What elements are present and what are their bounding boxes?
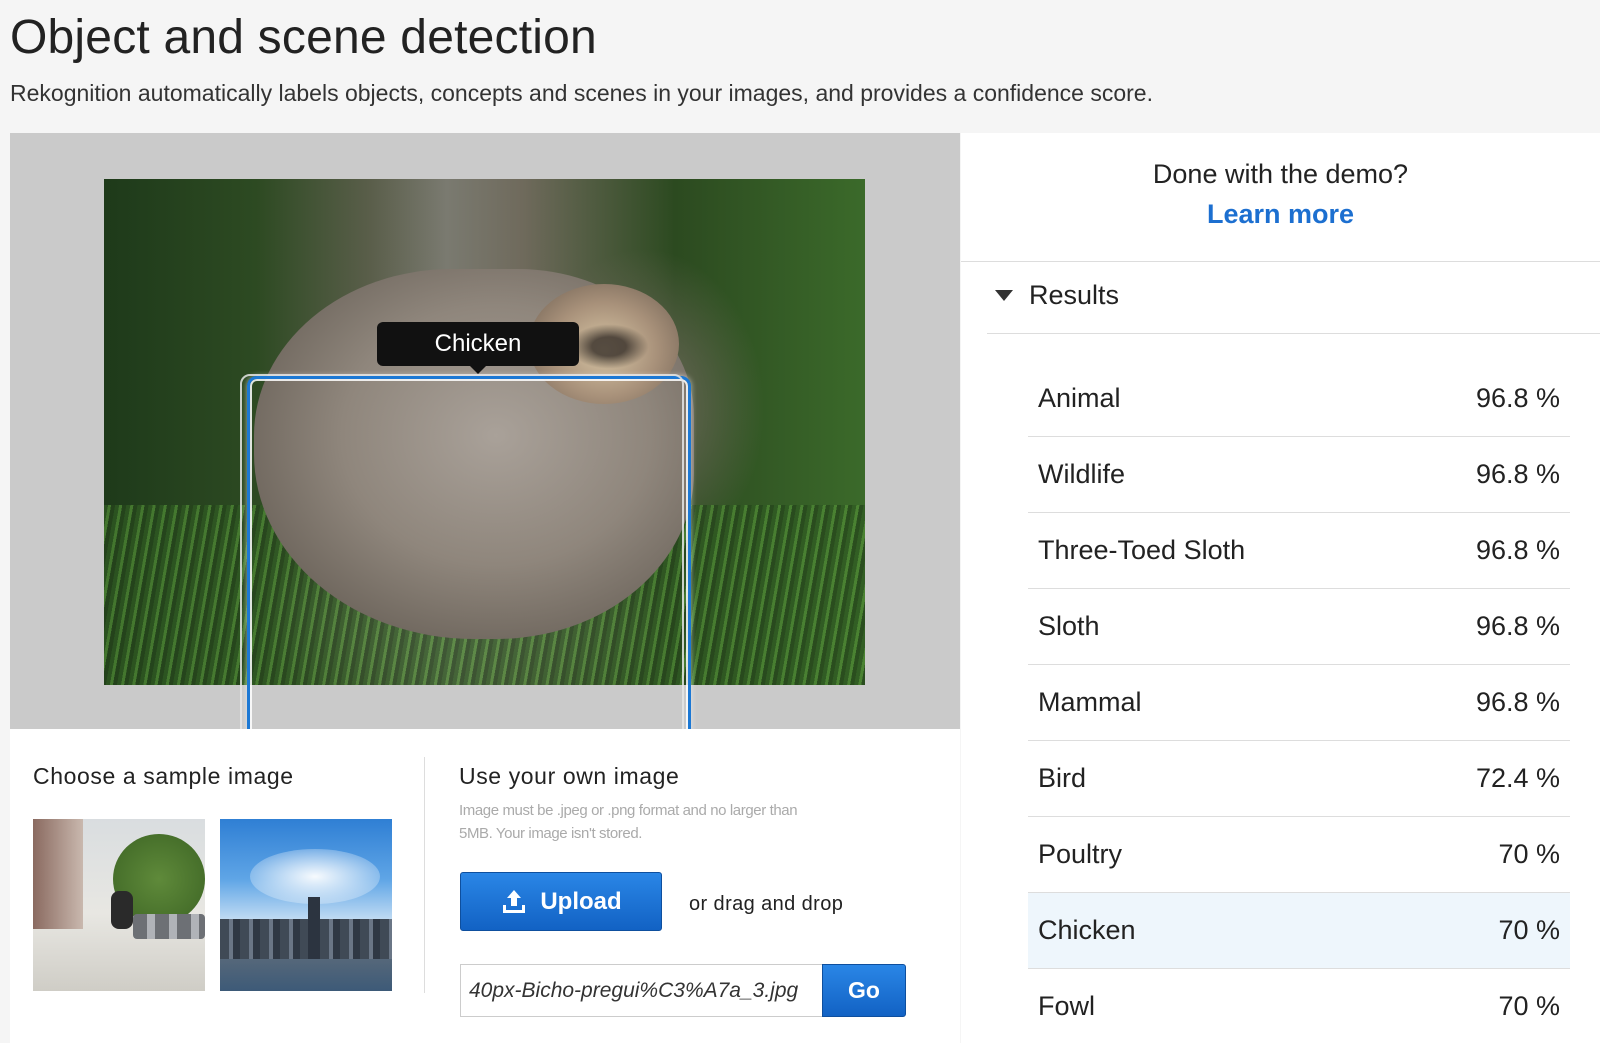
result-row[interactable]: Poultry 70 %	[1028, 817, 1570, 893]
panel-divider	[961, 261, 1600, 262]
thumb-cars	[133, 914, 205, 939]
sample-image-skyline[interactable]	[220, 819, 392, 991]
upload-hint: Image must be .jpeg or .png format and n…	[459, 802, 798, 842]
result-label: Animal	[1038, 383, 1121, 413]
image-url-input[interactable]	[460, 964, 823, 1017]
result-label: Poultry	[1038, 839, 1123, 869]
results-divider	[987, 333, 1600, 334]
sample-image-street[interactable]	[33, 819, 205, 991]
result-label: Fowl	[1038, 991, 1096, 1021]
result-row[interactable]: Sloth 96.8 %	[1028, 589, 1570, 665]
result-label: Mammal	[1038, 687, 1142, 717]
results-title: Results	[1029, 280, 1120, 310]
sample-images-heading: Choose a sample image	[33, 763, 294, 789]
result-row[interactable]: Bird 72.4 %	[1028, 741, 1570, 817]
thumb-building	[33, 819, 83, 929]
page-subtitle: Rekognition automatically labels objects…	[10, 80, 1153, 106]
image-source-controls: Choose a sample image Use your own image…	[10, 729, 960, 1043]
result-label: Chicken	[1038, 915, 1136, 945]
result-row[interactable]: Animal 96.8 %	[1028, 361, 1570, 437]
result-row[interactable]: Mammal 96.8 %	[1028, 665, 1570, 741]
done-demo-text: Done with the demo?	[1152, 159, 1409, 189]
thumb-skater	[111, 891, 133, 929]
result-confidence: 96.8 %	[1475, 611, 1560, 641]
drag-drop-text: or drag and drop	[689, 893, 844, 915]
result-row[interactable]: Chicken 70 %	[1028, 893, 1570, 969]
result-row[interactable]: Fowl 70 %	[1028, 969, 1570, 1043]
result-confidence: 70 %	[1498, 915, 1560, 945]
result-row[interactable]: Wildlife 96.8 %	[1028, 437, 1570, 513]
image-sloth-face	[569, 324, 649, 369]
results-list: Animal 96.8 % Wildlife 96.8 % Three-Toed Slo…	[1028, 361, 1570, 1043]
result-confidence: 96.8 %	[1475, 383, 1560, 413]
learn-more-link[interactable]: Learn more	[961, 199, 1600, 230]
image-preview-area: Chicken	[10, 133, 960, 794]
detection-label-tooltip: Chicken	[377, 322, 579, 374]
result-confidence: 96.8 %	[1475, 535, 1560, 565]
upload-icon	[503, 889, 526, 913]
page-title: Object and scene detection	[10, 11, 597, 64]
result-confidence: 96.8 %	[1475, 459, 1560, 489]
result-label: Three-Toed Sloth	[1038, 535, 1246, 565]
section-divider	[424, 757, 425, 993]
upload-button-label: Upload	[540, 887, 622, 915]
results-panel: Done with the demo? Learn more Results A…	[961, 133, 1600, 1043]
result-label: Sloth	[1038, 611, 1100, 641]
thumb-cloud	[250, 849, 380, 904]
thumb-tower	[308, 897, 320, 959]
result-confidence: 96.8 %	[1475, 687, 1560, 717]
upload-button[interactable]: Upload	[460, 872, 662, 931]
result-confidence: 70 %	[1498, 839, 1560, 869]
result-label: Bird	[1038, 763, 1087, 793]
caret-down-icon	[995, 290, 1013, 301]
results-toggle[interactable]: Results	[995, 280, 1119, 311]
result-confidence: 72.4 %	[1475, 763, 1560, 793]
result-confidence: 70 %	[1498, 991, 1560, 1021]
thumb-city	[220, 919, 392, 959]
go-button[interactable]: Go	[822, 964, 906, 1017]
own-image-heading: Use your own image	[459, 763, 680, 789]
result-row[interactable]: Three-Toed Sloth 96.8 %	[1028, 513, 1570, 589]
result-label: Wildlife	[1038, 459, 1126, 489]
